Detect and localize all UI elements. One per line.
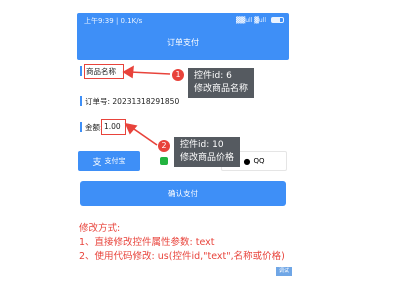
- callout-1-badge: 1: [172, 69, 184, 81]
- alipay-icon: 支: [92, 157, 102, 168]
- wechat-icon: [160, 157, 168, 165]
- debug-button[interactable]: 调试: [276, 267, 292, 276]
- confirm-pay-button[interactable]: 确认支付: [80, 181, 286, 206]
- callout-2: 控件id: 10 修改商品价格: [174, 137, 241, 167]
- arrow-to-amount: [124, 122, 158, 146]
- notes-line-2: 2、使用代码修改: us(控件id,"text",名称或价格): [79, 251, 285, 262]
- callout-2-badge: 2: [158, 140, 170, 152]
- qq-icon: ●: [243, 156, 251, 166]
- notes-line-1: 1、直接修改控件属性参数: text: [79, 237, 215, 248]
- alipay-button[interactable]: 支 支付宝: [78, 151, 140, 171]
- callout-1-line1: 控件id: 6: [194, 71, 232, 81]
- callout-2-line1: 控件id: 10: [180, 140, 224, 150]
- callout-2-line2: 修改商品价格: [180, 153, 235, 163]
- qq-label: QQ: [253, 157, 265, 165]
- alipay-label: 支付宝: [104, 157, 126, 165]
- callout-1-line2: 修改商品名称: [194, 84, 249, 94]
- arrow-to-product-name: [122, 65, 171, 79]
- notes-heading: 修改方式:: [79, 223, 121, 234]
- callout-1: 控件id: 6 修改商品名称: [188, 68, 255, 98]
